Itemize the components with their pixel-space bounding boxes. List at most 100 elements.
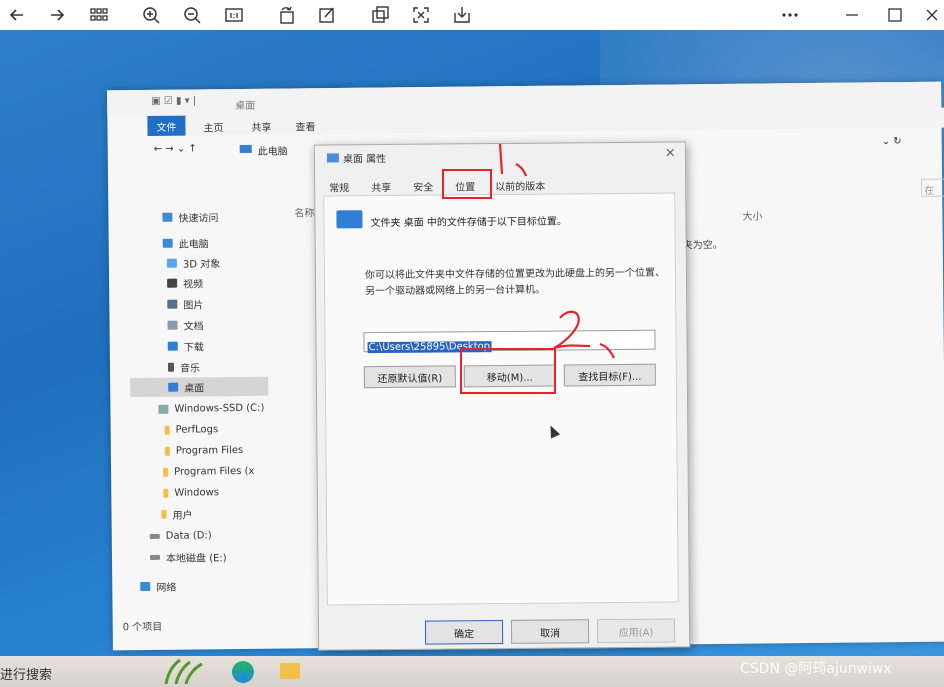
fullscreen-icon[interactable] [410,4,432,26]
maximize-icon[interactable] [884,4,906,26]
nav-item-downloads[interactable]: 下载 [167,336,204,355]
viewer-toolbar [0,0,944,30]
folder-icon [163,488,169,498]
watermark: CSDN @阿筠ajunwiwx [740,661,892,677]
annotation-box-location-tab [442,169,492,199]
pc-icon [162,238,173,248]
breadcrumb-thispc[interactable]: 此电脑 [258,142,288,157]
edge-icon[interactable] [232,661,254,683]
nav-item-videos[interactable]: 视频 [167,273,203,292]
properties-dialog: 桌面 属性 × 常规 共享 安全 位置 以前的版本 文件夹 桌面 中的文件存储于… [313,141,691,651]
edit-icon[interactable] [316,4,338,26]
taskbar-search[interactable]: 进行搜索 [0,664,52,683]
refresh-icon[interactable]: ⌄ ↻ [882,136,902,147]
zoom-in-icon[interactable] [140,4,162,26]
nav-label: Windows [174,487,220,499]
ribbon-tab-home[interactable]: 主页 [203,119,223,134]
drive-icon [149,533,160,539]
nav-item-program-files-x86[interactable]: Program Files (x [163,462,255,482]
annotation-step-2 [553,310,615,359]
nav-item-drive-d[interactable]: Data (D:) [149,526,212,546]
cube-icon [166,258,177,268]
folder-icon [164,425,170,435]
nav-label: 音乐 [179,363,201,375]
nav-label: 快速访问 [178,213,219,225]
tab-security[interactable]: 安全 [413,179,433,194]
nav-label: PerfLogs [175,424,219,436]
apply-button[interactable]: 应用(A) [596,618,676,644]
annotation-step-1 [498,143,528,177]
picture-icon [167,299,178,309]
download-icon [167,341,178,351]
more-icon[interactable] [779,4,801,26]
ok-button[interactable]: 确定 [424,620,504,645]
navigation-pane: 快速访问 此电脑 3D 对象 视频 图片 文档 下载 音乐 桌面 Windows… [126,177,270,598]
annotation-box-move-button [460,348,556,394]
drive-icon [149,554,161,560]
quick-access-toolbar[interactable]: ▣ ☑ ▮ ▾ | [151,95,196,106]
forward-icon[interactable] [46,4,68,26]
nav-label: Program Files [175,444,244,457]
nav-item-drive-c[interactable]: Windows-SSD (C:) [158,399,264,419]
drive-icon [158,404,169,414]
nav-label: 视频 [183,279,204,291]
nav-item-drive-e[interactable]: 本地磁盘 (E:) [149,547,227,567]
music-icon [167,362,175,372]
nav-item-3d[interactable]: 3D 对象 [166,253,220,273]
nav-label: Windows-SSD (C:) [174,402,265,415]
nav-item-network[interactable]: 网络 [140,577,176,596]
nav-item-windows[interactable]: Windows [163,483,219,503]
nav-label: Program Files (x [174,465,255,478]
column-size[interactable]: 大小 [742,208,762,223]
folder-icon [326,153,339,163]
nav-label: 用户 [172,510,193,522]
save-icon[interactable] [451,4,473,26]
search-input[interactable]: 在 [921,178,944,197]
explorer-title: 桌面 [235,100,256,113]
ribbon-tab-view[interactable]: 查看 [295,118,315,133]
find-target-button[interactable]: 查找目标(F)... [563,363,656,387]
nav-label: 文档 [183,321,204,333]
column-name[interactable]: 名称 [294,204,314,219]
nav-item-pictures[interactable]: 图片 [167,294,203,313]
back-icon[interactable] [6,4,28,26]
nav-label: 此电脑 [178,239,209,251]
minimize-icon[interactable] [841,4,863,26]
nav-label: 本地磁盘 (E:) [165,553,227,565]
nav-label: Data (D:) [165,530,212,542]
folder-icon [163,467,169,477]
nav-item-users[interactable]: 用户 [161,505,193,524]
nav-item-perflogs[interactable]: PerfLogs [164,420,219,440]
restore-default-button[interactable]: 还原默认值(R) [363,365,456,389]
dialog-title: 桌面 属性 [342,154,387,166]
nav-item-music[interactable]: 音乐 [167,357,201,376]
close-icon[interactable] [921,4,943,26]
nav-label: 桌面 [184,383,205,395]
nav-item-quick-access[interactable]: 快速访问 [162,207,218,227]
rotate-icon[interactable] [276,4,298,26]
network-icon [140,581,151,592]
cancel-button[interactable]: 取消 [510,619,590,644]
status-bar: 0 个项目 [122,621,163,634]
ribbon-tab-share[interactable]: 共享 [251,119,271,134]
plant-icon[interactable] [160,658,206,684]
folder-icon [164,446,170,456]
tab-general[interactable]: 常规 [329,179,349,194]
nav-item-desktop[interactable]: 桌面 [130,376,269,398]
nav-item-program-files[interactable]: Program Files [164,441,244,461]
actual-size-icon[interactable] [223,4,245,26]
nav-item-this-pc[interactable]: 此电脑 [162,233,209,252]
grid-icon[interactable] [88,4,110,26]
ribbon-file-tab[interactable]: 文件 [147,115,186,136]
nav-label: 下载 [183,342,204,354]
video-icon [167,278,178,288]
zoom-out-icon[interactable] [181,4,203,26]
file-explorer-icon[interactable] [280,663,300,679]
crop-icon[interactable] [369,4,391,26]
nav-item-documents[interactable]: 文档 [167,315,204,334]
desktop-icon [168,382,179,392]
nav-arrows[interactable]: ← → ⌄ ↑ [154,143,197,154]
close-icon[interactable]: × [665,145,676,160]
tab-share[interactable]: 共享 [371,179,391,194]
photo-screen: ▣ ☑ ▮ ▾ | 桌面 文件 主页 共享 查看 ← → ⌄ ↑ 此电脑 ⌄ ↻… [0,30,944,687]
